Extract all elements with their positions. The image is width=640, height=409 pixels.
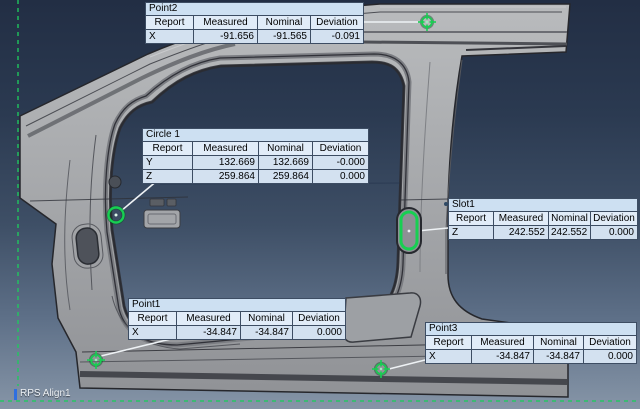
column-header: Deviation <box>313 142 368 155</box>
column-header: Deviation <box>584 336 636 349</box>
axis-cell: Z <box>143 170 193 183</box>
value-cell: 0.000 <box>293 326 345 339</box>
column-header: Nominal <box>259 142 313 155</box>
column-header: Report <box>449 212 494 225</box>
table-header-row: ReportMeasuredNominalDeviation <box>129 312 345 325</box>
table-title: Circle 1 <box>143 129 368 142</box>
column-header: Measured <box>177 312 241 325</box>
value-cell: 0.000 <box>313 170 368 183</box>
alignment-label: RPS Align1 <box>20 388 71 399</box>
table-data-row: X-34.847-34.8470.000 <box>426 349 636 363</box>
column-header: Report <box>143 142 193 155</box>
axis-cell: Z <box>449 226 494 239</box>
value-cell: -0.000 <box>313 156 368 169</box>
table-data-row: Z242.552242.5520.000 <box>449 225 637 239</box>
table-header-row: ReportMeasuredNominalDeviation <box>426 336 636 349</box>
value-cell: -34.847 <box>472 350 534 363</box>
value-cell: 259.864 <box>193 170 259 183</box>
measurement-table-circle1[interactable]: Circle 1ReportMeasuredNominalDeviationY1… <box>142 128 369 184</box>
cad-viewport[interactable]: Point2ReportMeasuredNominalDeviationX-91… <box>0 0 640 409</box>
column-header: Nominal <box>549 212 591 225</box>
value-cell: -34.847 <box>534 350 584 363</box>
table-title: Point2 <box>146 3 363 16</box>
table-header-row: ReportMeasuredNominalDeviation <box>449 212 637 225</box>
table-header-row: ReportMeasuredNominalDeviation <box>146 16 363 29</box>
table-data-row: X-91.656-91.565-0.091 <box>146 29 363 43</box>
value-cell: 242.552 <box>549 226 591 239</box>
column-header: Nominal <box>258 16 311 29</box>
column-header: Report <box>129 312 177 325</box>
column-header: Deviation <box>293 312 345 325</box>
table-data-row: Y132.669132.669-0.000 <box>143 155 368 169</box>
table-header-row: ReportMeasuredNominalDeviation <box>143 142 368 155</box>
column-header: Measured <box>494 212 549 225</box>
value-cell: 0.000 <box>591 226 637 239</box>
panel-cutouts <box>71 176 448 269</box>
column-header: Nominal <box>534 336 584 349</box>
axis-cell: X <box>426 350 472 363</box>
slot1-marker[interactable] <box>397 208 421 253</box>
column-header: Deviation <box>311 16 363 29</box>
column-header: Measured <box>194 16 258 29</box>
pillar-hole <box>109 176 121 188</box>
value-cell: 0.000 <box>584 350 636 363</box>
column-header: Deviation <box>591 212 637 225</box>
column-header: Report <box>146 16 194 29</box>
column-header: Measured <box>193 142 259 155</box>
alignment-indicator <box>14 389 17 400</box>
measurement-table-point3[interactable]: Point3ReportMeasuredNominalDeviationX-34… <box>425 322 637 364</box>
value-cell: -0.091 <box>311 30 363 43</box>
axis-cell: X <box>146 30 194 43</box>
table-data-row: X-34.847-34.8470.000 <box>129 325 345 339</box>
axis-cell: X <box>129 326 177 339</box>
table-title: Point1 <box>129 299 345 312</box>
value-cell: -91.656 <box>194 30 258 43</box>
pillar-base-recess <box>343 293 420 342</box>
measurement-table-slot1[interactable]: Slot1ReportMeasuredNominalDeviationZ242.… <box>448 198 638 240</box>
measurement-table-point2[interactable]: Point2ReportMeasuredNominalDeviationX-91… <box>145 2 364 44</box>
column-header: Report <box>426 336 472 349</box>
value-cell: -91.565 <box>258 30 311 43</box>
value-cell: 132.669 <box>193 156 259 169</box>
value-cell: 132.669 <box>259 156 313 169</box>
table-data-row: Z259.864259.8640.000 <box>143 169 368 183</box>
value-cell: 242.552 <box>494 226 549 239</box>
value-cell: -34.847 <box>241 326 293 339</box>
column-header: Nominal <box>241 312 293 325</box>
value-cell: 259.864 <box>259 170 313 183</box>
table-title: Point3 <box>426 323 636 336</box>
table-title: Slot1 <box>449 199 637 212</box>
measurement-table-point1[interactable]: Point1ReportMeasuredNominalDeviationX-34… <box>128 298 346 340</box>
axis-cell: Y <box>143 156 193 169</box>
value-cell: -34.847 <box>177 326 241 339</box>
column-header: Measured <box>472 336 534 349</box>
